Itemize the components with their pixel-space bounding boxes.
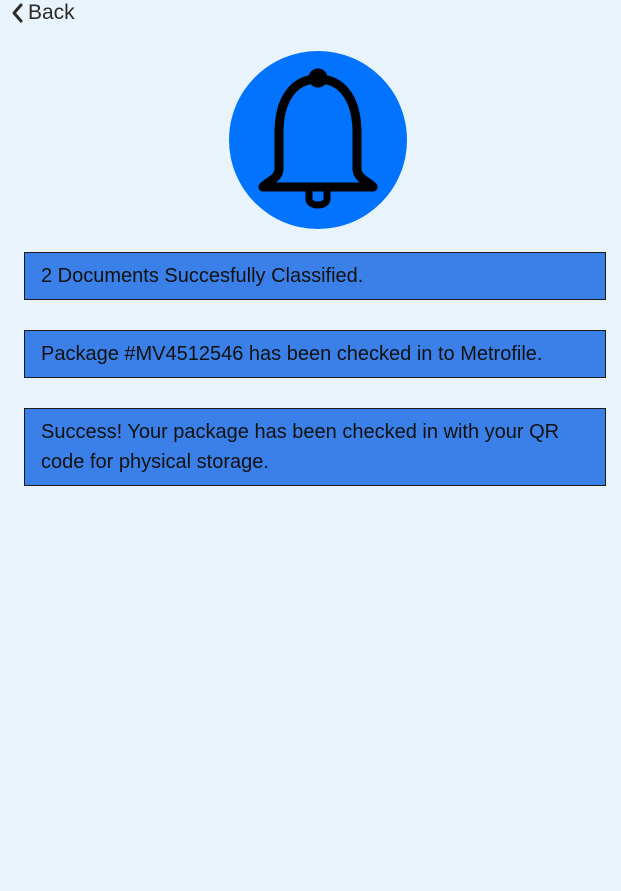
notification-avatar (229, 51, 407, 229)
notification-text: 2 Documents Succesfully Classified. (41, 265, 364, 287)
bell-icon (258, 68, 378, 209)
chevron-left-icon (10, 2, 26, 24)
back-label: Back (28, 1, 75, 24)
notification-text: Package #MV4512546 has been checked in t… (41, 343, 543, 365)
notification-text: Success! Your package has been checked i… (41, 421, 560, 473)
notification-card: Package #MV4512546 has been checked in t… (24, 330, 606, 378)
notification-card: Success! Your package has been checked i… (24, 408, 606, 486)
notification-card: 2 Documents Succesfully Classified. (24, 252, 606, 300)
back-button[interactable]: Back (10, 0, 75, 26)
